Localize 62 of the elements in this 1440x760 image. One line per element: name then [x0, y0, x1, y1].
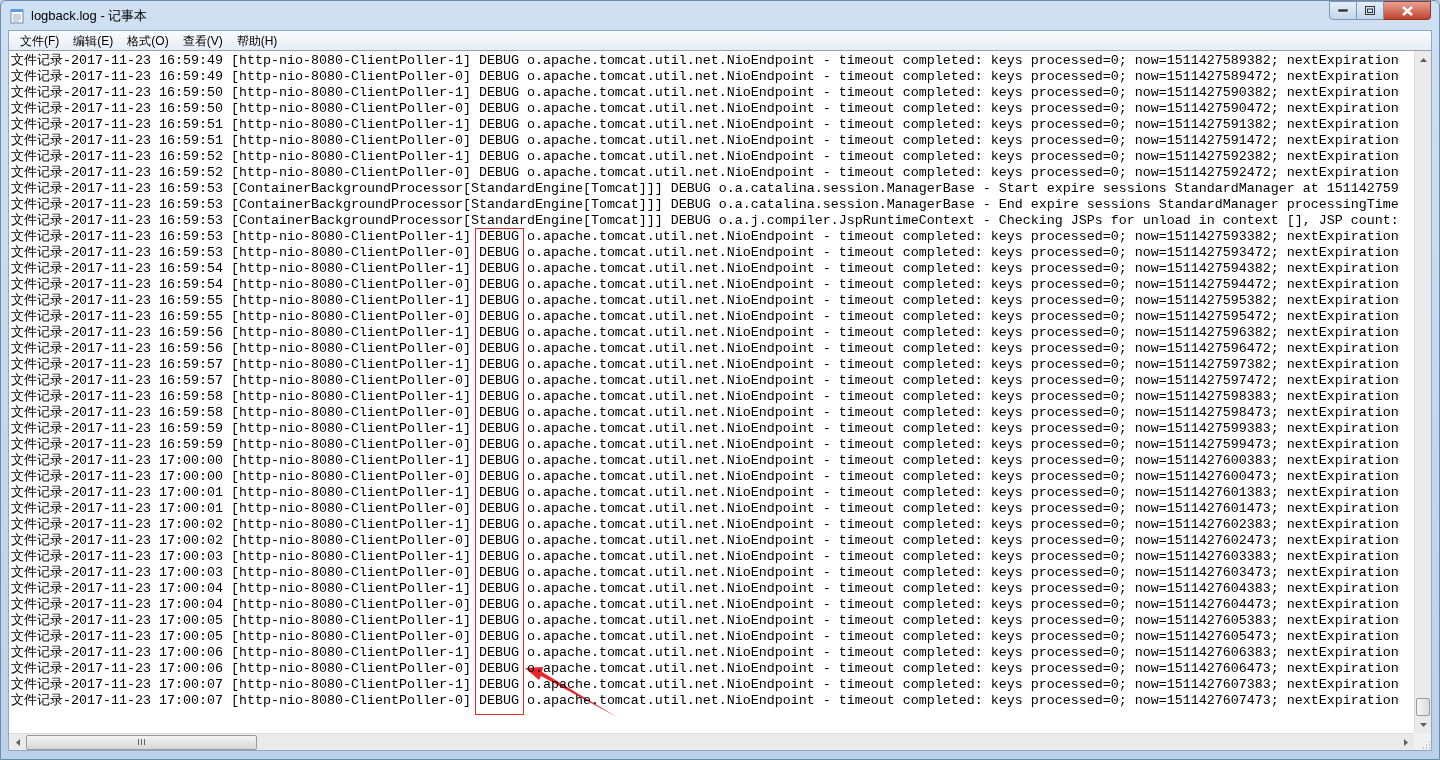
log-line: 文件记录-2017-11-23 17:00:06 [http-nio-8080-ClientPoller-0] DEBUG o.apache.tomcat.util.net.NioEndpoint - timeout completed: keys processed=0; now=1511427606473; nextExpiration — [11, 661, 1399, 677]
log-line: 文件记录-2017-11-23 16:59:53 [http-nio-8080-ClientPoller-1] DEBUG o.apache.tomcat.util.net.NioEndpoint - timeout completed: keys processed=0; now=1511427593382; nextExpiration — [11, 229, 1399, 245]
log-line: 文件记录-2017-11-23 16:59:50 [http-nio-8080-ClientPoller-0] DEBUG o.apache.tomcat.util.net.NioEndpoint - timeout completed: keys processed=0; now=1511427590472; nextExpiration — [11, 101, 1399, 117]
close-icon — [1401, 5, 1413, 16]
right-arrow-icon — [1403, 738, 1408, 746]
horizontal-scrollbar[interactable] — [9, 733, 1414, 750]
scroll-thumb[interactable] — [26, 734, 257, 750]
minimize-icon — [1338, 8, 1348, 13]
resize-grip-icon — [1421, 740, 1431, 750]
maximize-icon — [1365, 6, 1375, 15]
log-line: 文件记录-2017-11-23 17:00:03 [http-nio-8080-ClientPoller-0] DEBUG o.apache.tomcat.util.net.NioEndpoint - timeout completed: keys processed=0; now=1511427603473; nextExpiration — [11, 565, 1399, 581]
grip-icon — [138, 739, 145, 745]
log-line: 文件记录-2017-11-23 16:59:59 [http-nio-8080-ClientPoller-1] DEBUG o.apache.tomcat.util.net.NioEndpoint - timeout completed: keys processed=0; now=1511427599383; nextExpiration — [11, 421, 1399, 437]
log-line: 文件记录-2017-11-23 16:59:56 [http-nio-8080-ClientPoller-0] DEBUG o.apache.tomcat.util.net.NioEndpoint - timeout completed: keys processed=0; now=1511427596472; nextExpiration — [11, 341, 1399, 357]
menu-item[interactable]: 帮助(H) — [229, 31, 285, 50]
log-line: 文件记录-2017-11-23 16:59:54 [http-nio-8080-ClientPoller-0] DEBUG o.apache.tomcat.util.net.NioEndpoint - timeout completed: keys processed=0; now=1511427594472; nextExpiration — [11, 277, 1399, 293]
menu-item[interactable]: 格式(O) — [120, 31, 176, 50]
log-line: 文件记录-2017-11-23 16:59:52 [http-nio-8080-ClientPoller-1] DEBUG o.apache.tomcat.util.net.NioEndpoint - timeout completed: keys processed=0; now=1511427592382; nextExpiration — [11, 149, 1399, 165]
log-line: 文件记录-2017-11-23 16:59:55 [http-nio-8080-ClientPoller-0] DEBUG o.apache.tomcat.util.net.NioEndpoint - timeout completed: keys processed=0; now=1511427595472; nextExpiration — [11, 309, 1399, 325]
log-line: 文件记录-2017-11-23 16:59:53 [ContainerBackgroundProcessor[StandardEngine[Tomcat]]] DEBUG o.a.j.compiler.JspRuntimeContext - Checking JSPs for unload in context [], JSP count: — [11, 213, 1399, 229]
log-line: 文件记录-2017-11-23 16:59:54 [http-nio-8080-ClientPoller-1] DEBUG o.apache.tomcat.util.net.NioEndpoint - timeout completed: keys processed=0; now=1511427594382; nextExpiration — [11, 261, 1399, 277]
log-line: 文件记录-2017-11-23 17:00:01 [http-nio-8080-ClientPoller-0] DEBUG o.apache.tomcat.util.net.NioEndpoint - timeout completed: keys processed=0; now=1511427601473; nextExpiration — [11, 501, 1399, 517]
log-line: 文件记录-2017-11-23 16:59:50 [http-nio-8080-ClientPoller-1] DEBUG o.apache.tomcat.util.net.NioEndpoint - timeout completed: keys processed=0; now=1511427590382; nextExpiration — [11, 85, 1399, 101]
close-button[interactable] — [1384, 1, 1431, 20]
vertical-scrollbar[interactable] — [1414, 51, 1431, 733]
minimize-button[interactable] — [1329, 1, 1357, 20]
menu-item[interactable]: 查看(V) — [175, 31, 230, 50]
left-arrow-icon — [15, 738, 20, 746]
down-arrow-icon — [1419, 722, 1427, 727]
log-line: 文件记录-2017-11-23 17:00:04 [http-nio-8080-ClientPoller-0] DEBUG o.apache.tomcat.util.net.NioEndpoint - timeout completed: keys processed=0; now=1511427604473; nextExpiration — [11, 597, 1399, 613]
log-line: 文件记录-2017-11-23 16:59:56 [http-nio-8080-ClientPoller-1] DEBUG o.apache.tomcat.util.net.NioEndpoint - timeout completed: keys processed=0; now=1511427596382; nextExpiration — [11, 325, 1399, 341]
log-line: 文件记录-2017-11-23 16:59:55 [http-nio-8080-ClientPoller-1] DEBUG o.apache.tomcat.util.net.NioEndpoint - timeout completed: keys processed=0; now=1511427595382; nextExpiration — [11, 293, 1399, 309]
log-line: 文件记录-2017-11-23 16:59:57 [http-nio-8080-ClientPoller-1] DEBUG o.apache.tomcat.util.net.NioEndpoint - timeout completed: keys processed=0; now=1511427597382; nextExpiration — [11, 357, 1399, 373]
log-line: 文件记录-2017-11-23 17:00:05 [http-nio-8080-ClientPoller-1] DEBUG o.apache.tomcat.util.net.NioEndpoint - timeout completed: keys processed=0; now=1511427605383; nextExpiration — [11, 613, 1399, 629]
log-line: 文件记录-2017-11-23 17:00:00 [http-nio-8080-ClientPoller-0] DEBUG o.apache.tomcat.util.net.NioEndpoint - timeout completed: keys processed=0; now=1511427600473; nextExpiration — [11, 469, 1399, 485]
log-line: 文件记录-2017-11-23 17:00:01 [http-nio-8080-ClientPoller-1] DEBUG o.apache.tomcat.util.net.NioEndpoint - timeout completed: keys processed=0; now=1511427601383; nextExpiration — [11, 485, 1399, 501]
log-line: 文件记录-2017-11-23 17:00:02 [http-nio-8080-ClientPoller-1] DEBUG o.apache.tomcat.util.net.NioEndpoint - timeout completed: keys processed=0; now=1511427602383; nextExpiration — [11, 517, 1399, 533]
log-line: 文件记录-2017-11-23 16:59:58 [http-nio-8080-ClientPoller-1] DEBUG o.apache.tomcat.util.net.NioEndpoint - timeout completed: keys processed=0; now=1511427598383; nextExpiration — [11, 389, 1399, 405]
log-line: 文件记录-2017-11-23 16:59:53 [ContainerBackgroundProcessor[StandardEngine[Tomcat]]] DEBUG o.a.catalina.session.ManagerBase - End expire sessions StandardManager processingTime — [11, 197, 1399, 213]
maximize-button[interactable] — [1357, 1, 1384, 20]
log-line: 文件记录-2017-11-23 16:59:52 [http-nio-8080-ClientPoller-0] DEBUG o.apache.tomcat.util.net.NioEndpoint - timeout completed: keys processed=0; now=1511427592472; nextExpiration — [11, 165, 1399, 181]
log-line: 文件记录-2017-11-23 16:59:51 [http-nio-8080-ClientPoller-1] DEBUG o.apache.tomcat.util.net.NioEndpoint - timeout completed: keys processed=0; now=1511427591382; nextExpiration — [11, 117, 1399, 133]
log-line: 文件记录-2017-11-23 16:59:59 [http-nio-8080-ClientPoller-0] DEBUG o.apache.tomcat.util.net.NioEndpoint - timeout completed: keys processed=0; now=1511427599473; nextExpiration — [11, 437, 1399, 453]
log-line: 文件记录-2017-11-23 16:59:53 [ContainerBackgroundProcessor[StandardEngine[Tomcat]]] DEBUG o.a.catalina.session.ManagerBase - Start expire sessions StandardManager at 151142759 — [11, 181, 1399, 197]
menu-item[interactable]: 编辑(E) — [66, 31, 121, 50]
log-line: 文件记录-2017-11-23 17:00:03 [http-nio-8080-ClientPoller-1] DEBUG o.apache.tomcat.util.net.NioEndpoint - timeout completed: keys processed=0; now=1511427603383; nextExpiration — [11, 549, 1399, 565]
scroll-thumb[interactable] — [1416, 698, 1430, 716]
log-line: 文件记录-2017-11-23 17:00:06 [http-nio-8080-ClientPoller-1] DEBUG o.apache.tomcat.util.net.NioEndpoint - timeout completed: keys processed=0; now=1511427606383; nextExpiration — [11, 645, 1399, 661]
log-line: 文件记录-2017-11-23 16:59:53 [http-nio-8080-ClientPoller-0] DEBUG o.apache.tomcat.util.net.NioEndpoint - timeout completed: keys processed=0; now=1511427593472; nextExpiration — [11, 245, 1399, 261]
log-line: 文件记录-2017-11-23 16:59:57 [http-nio-8080-ClientPoller-0] DEBUG o.apache.tomcat.util.net.NioEndpoint - timeout completed: keys processed=0; now=1511427597472; nextExpiration — [11, 373, 1399, 389]
window-title: logback.log - 记事本 — [31, 6, 148, 25]
log-line: 文件记录-2017-11-23 17:00:00 [http-nio-8080-ClientPoller-1] DEBUG o.apache.tomcat.util.net.NioEndpoint - timeout completed: keys processed=0; now=1511427600383; nextExpiration — [11, 453, 1399, 469]
log-line: 文件记录-2017-11-23 16:59:51 [http-nio-8080-ClientPoller-0] DEBUG o.apache.tomcat.util.net.NioEndpoint - timeout completed: keys processed=0; now=1511427591472; nextExpiration — [11, 133, 1399, 149]
log-line: 文件记录-2017-11-23 16:59:49 [http-nio-8080-ClientPoller-1] DEBUG o.apache.tomcat.util.net.NioEndpoint - timeout completed: keys processed=0; now=1511427589382; nextExpiration — [11, 53, 1399, 69]
log-line: 文件记录-2017-11-23 17:00:04 [http-nio-8080-ClientPoller-1] DEBUG o.apache.tomcat.util.net.NioEndpoint - timeout completed: keys processed=0; now=1511427604383; nextExpiration — [11, 581, 1399, 597]
log-line: 文件记录-2017-11-23 17:00:02 [http-nio-8080-ClientPoller-0] DEBUG o.apache.tomcat.util.net.NioEndpoint - timeout completed: keys processed=0; now=1511427602473; nextExpiration — [11, 533, 1399, 549]
log-line: 文件记录-2017-11-23 17:00:05 [http-nio-8080-ClientPoller-0] DEBUG o.apache.tomcat.util.net.NioEndpoint - timeout completed: keys processed=0; now=1511427605473; nextExpiration — [11, 629, 1399, 645]
notepad-icon — [9, 7, 25, 24]
log-line: 文件记录-2017-11-23 16:59:49 [http-nio-8080-ClientPoller-0] DEBUG o.apache.tomcat.util.net.NioEndpoint - timeout completed: keys processed=0; now=1511427589472; nextExpiration — [11, 69, 1399, 85]
menu-item[interactable]: 文件(F) — [13, 31, 67, 50]
up-arrow-icon — [1419, 57, 1427, 62]
log-line: 文件记录-2017-11-23 16:59:58 [http-nio-8080-ClientPoller-0] DEBUG o.apache.tomcat.util.net.NioEndpoint - timeout completed: keys processed=0; now=1511427598473; nextExpiration — [11, 405, 1399, 421]
